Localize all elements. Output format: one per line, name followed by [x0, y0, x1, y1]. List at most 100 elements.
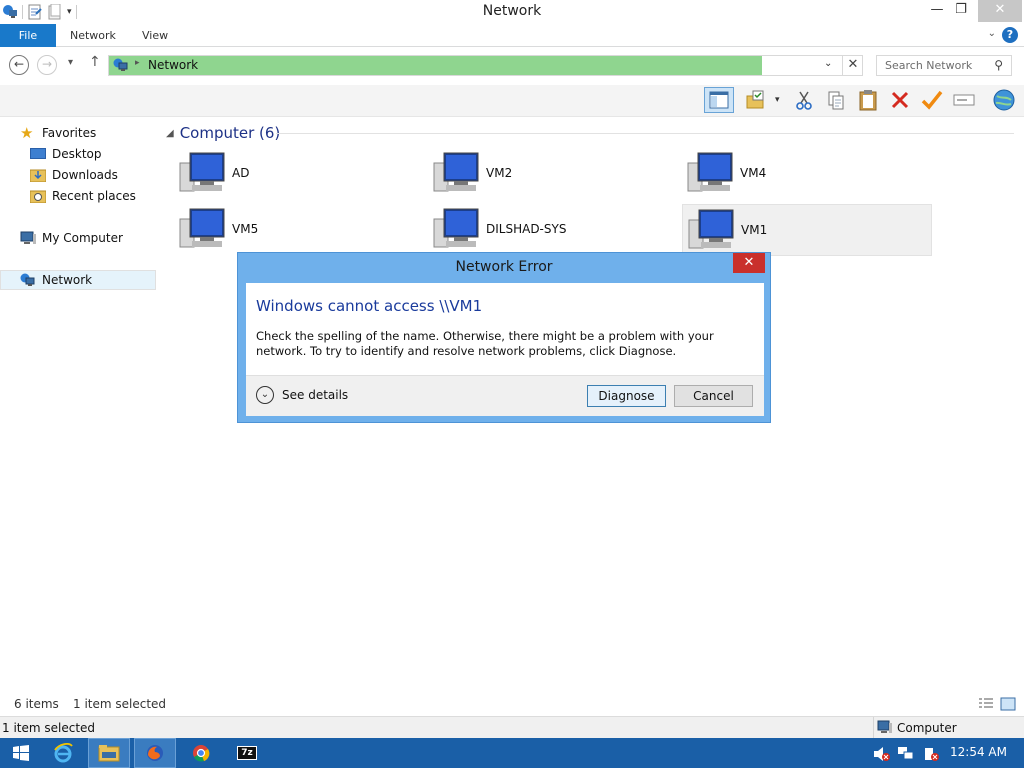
computer-icon — [179, 152, 225, 192]
computer-icon — [433, 208, 479, 248]
computer-item-vm1[interactable]: VM1 — [682, 204, 932, 256]
command-toolbar: ▾ — [0, 85, 1024, 117]
nav-recent-places-label: Recent places — [52, 189, 136, 203]
breadcrumb-separator-icon[interactable]: ▸ — [135, 58, 140, 68]
computer-item-ad[interactable]: AD — [162, 147, 410, 199]
window-title: Network — [482, 3, 542, 19]
computer-item-dilshad-sys[interactable]: DILSHAD-SYS — [416, 203, 664, 255]
taskbar-chrome[interactable] — [180, 738, 222, 768]
forward-button[interactable]: → — [37, 55, 57, 75]
clipboard-icon — [859, 90, 877, 111]
globe-icon — [993, 89, 1015, 111]
group-title: Computer (6) — [179, 124, 281, 142]
cut-button[interactable] — [790, 87, 818, 113]
nav-recent-places[interactable]: Recent places — [0, 186, 156, 206]
see-details-label: See details — [282, 388, 349, 402]
delete-x-icon — [891, 91, 909, 109]
folder-move-icon — [746, 90, 764, 109]
chrome-icon — [193, 745, 210, 762]
nav-downloads[interactable]: Downloads — [0, 165, 156, 185]
back-button[interactable]: ← — [9, 55, 29, 75]
computer-icon — [179, 208, 225, 248]
nav-my-computer-label: My Computer — [42, 231, 123, 245]
copy-icon — [828, 91, 844, 110]
close-button[interactable]: ✕ — [978, 0, 1022, 22]
preview-pane-button[interactable] — [704, 87, 734, 113]
cancel-button[interactable]: Cancel — [674, 385, 753, 407]
location-zone: Computer — [897, 721, 957, 735]
navigation-pane: ★ Favorites Desktop Downloads Recent pla… — [0, 117, 160, 692]
computer-name: AD — [232, 166, 250, 180]
network-map-button[interactable] — [990, 87, 1018, 113]
taskbar-7zip[interactable]: 7z — [226, 738, 268, 768]
search-icon[interactable]: ⚲ — [994, 58, 1003, 72]
tab-network[interactable]: Network — [60, 24, 126, 47]
large-icons-view-icon[interactable] — [1000, 697, 1016, 711]
computer-icon — [687, 152, 733, 192]
dialog-close-button[interactable]: ✕ — [733, 253, 765, 273]
address-bar[interactable]: ▸ Network ⌄ ✕ — [108, 55, 863, 76]
taskbar-firefox[interactable] — [134, 738, 176, 768]
computer-icon — [877, 720, 892, 733]
computer-name: VM5 — [232, 222, 259, 236]
move-dropdown-icon[interactable]: ▾ — [775, 95, 780, 105]
internet-explorer-icon — [54, 743, 73, 763]
computer-name: VM4 — [740, 166, 767, 180]
nav-my-computer[interactable]: My Computer — [0, 228, 156, 248]
rename-button[interactable] — [950, 87, 978, 113]
recent-places-icon — [30, 190, 46, 203]
network-icon — [113, 58, 128, 71]
layout-icon — [709, 91, 729, 109]
desktop-icon — [30, 148, 46, 159]
address-dropdown-icon[interactable]: ⌄ — [824, 58, 832, 69]
move-to-button[interactable] — [742, 87, 770, 113]
taskbar-file-explorer[interactable] — [88, 738, 130, 768]
select-button[interactable] — [918, 87, 946, 113]
computer-item-vm2[interactable]: VM2 — [416, 147, 664, 199]
dialog-main-instruction: Windows cannot access \\VM1 — [256, 297, 483, 315]
expand-ribbon-icon[interactable]: ⌄ — [988, 28, 996, 39]
see-details-toggle[interactable]: ⌄ See details — [256, 386, 348, 404]
search-box[interactable]: Search Network ⚲ — [876, 55, 1012, 76]
delete-button[interactable] — [886, 87, 914, 113]
details-view-icon[interactable] — [978, 697, 994, 711]
collapse-group-icon[interactable]: ◢ — [166, 128, 174, 139]
chevron-down-icon: ⌄ — [256, 386, 274, 404]
computer-item-vm5[interactable]: VM5 — [162, 203, 410, 255]
windows-logo-icon — [13, 745, 29, 761]
nav-desktop[interactable]: Desktop — [0, 144, 156, 164]
system-clock[interactable]: 12:54 AM — [950, 745, 1007, 759]
speaker-muted-icon[interactable] — [872, 746, 890, 762]
nav-favorites[interactable]: ★ Favorites — [0, 123, 156, 143]
rename-icon — [953, 94, 975, 106]
diagnose-button[interactable]: Diagnose — [587, 385, 666, 407]
recent-locations-icon[interactable]: ▾ — [68, 57, 73, 68]
dialog-title: Network Error — [455, 259, 553, 275]
navigation-bar: ← → ▾ ↑ ▸ Network ⌄ ✕ Search Network ⚲ — [0, 47, 1024, 85]
tab-file[interactable]: File — [0, 24, 56, 47]
start-button[interactable] — [0, 738, 42, 768]
help-button[interactable]: ? — [1002, 27, 1018, 43]
selection-count: 1 item selected — [73, 697, 167, 711]
breadcrumb-network[interactable]: Network — [148, 58, 198, 72]
nav-network[interactable]: Network — [0, 270, 156, 290]
status-separator — [873, 717, 874, 739]
network-tray-icon[interactable] — [897, 746, 915, 762]
search-input[interactable]: Search Network — [885, 59, 972, 72]
paste-button[interactable] — [854, 87, 882, 113]
taskbar-internet-explorer[interactable] — [42, 738, 84, 768]
copy-button[interactable] — [822, 87, 850, 113]
nav-favorites-label: Favorites — [42, 126, 97, 140]
action-center-icon[interactable] — [922, 746, 940, 762]
tab-view[interactable]: View — [132, 24, 178, 47]
clear-address-icon[interactable]: ✕ — [842, 55, 863, 76]
dialog-footer: ⌄ See details Diagnose Cancel — [246, 375, 764, 416]
details-status-bar: 1 item selected Computer — [0, 716, 1024, 739]
restore-button[interactable]: ❐ — [946, 0, 976, 22]
up-button[interactable]: ↑ — [89, 54, 101, 70]
computer-name: VM1 — [741, 223, 768, 237]
computer-item-vm4[interactable]: VM4 — [670, 147, 918, 199]
group-header-computer[interactable]: ◢ Computer (6) — [166, 124, 280, 142]
network-icon — [20, 273, 35, 286]
nav-network-label: Network — [42, 273, 93, 287]
